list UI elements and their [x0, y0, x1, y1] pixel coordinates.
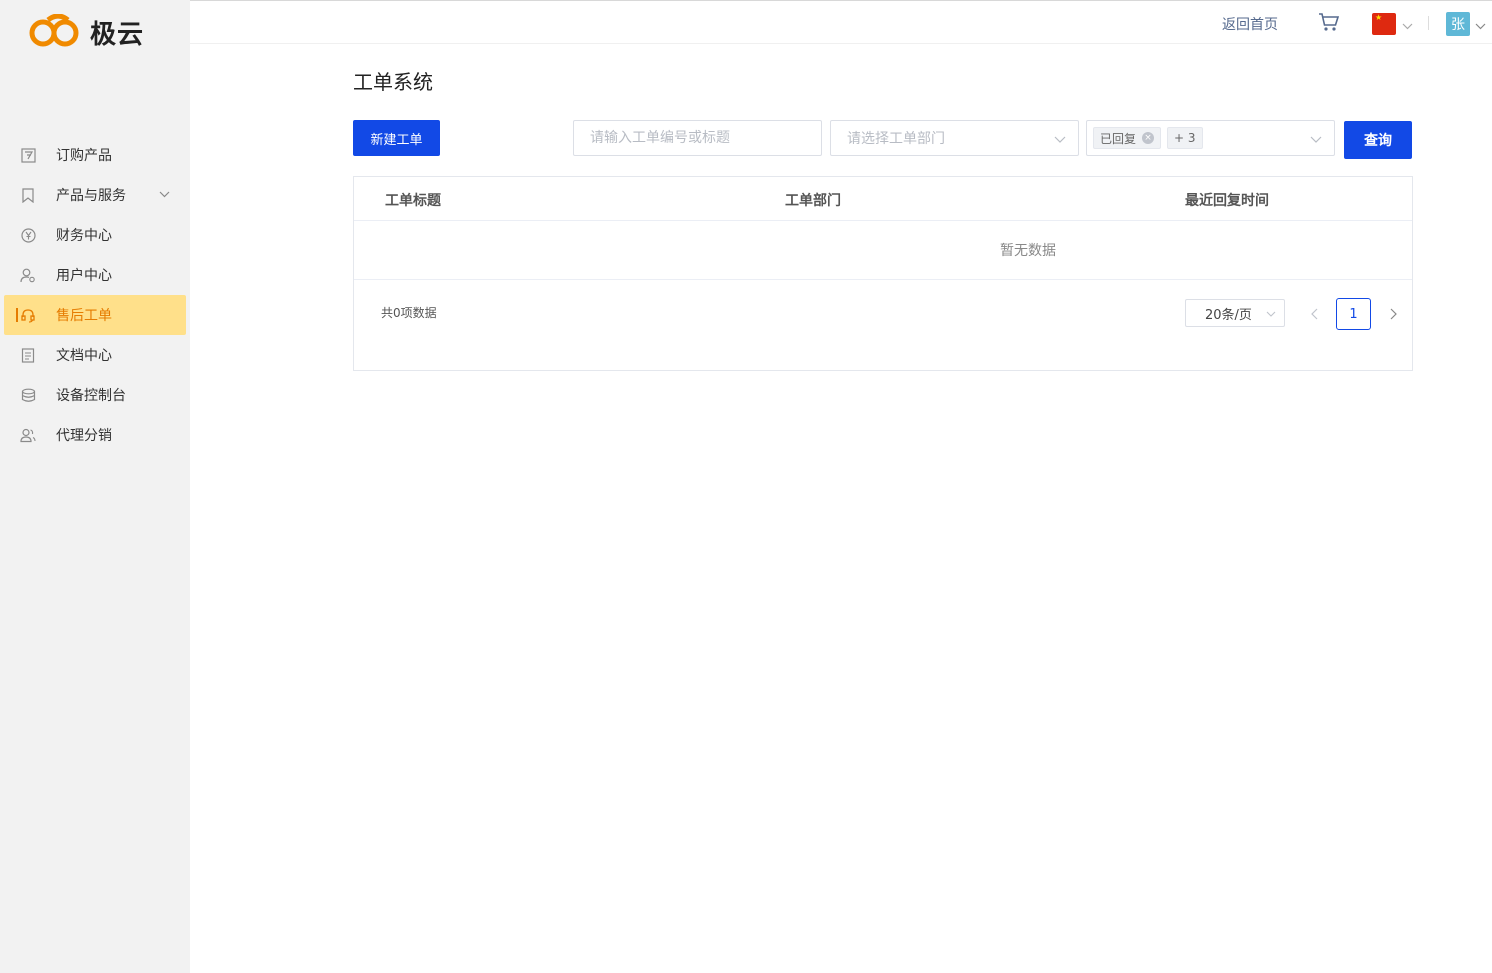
- logo-icon: [29, 14, 79, 47]
- table-header: 工单标题 工单部门 最近回复时间: [354, 177, 1412, 221]
- divider: [1428, 16, 1429, 30]
- column-header-title: 工单标题: [385, 193, 441, 209]
- total-count: 共0项数据: [381, 306, 437, 320]
- page-size-label: 20条/页: [1205, 307, 1252, 323]
- status-tag: 已回复 ×: [1093, 127, 1162, 149]
- top-header: 返回首页 ★ 张: [190, 0, 1492, 44]
- next-page-icon[interactable]: [1388, 305, 1398, 324]
- sidebar-item-device-console[interactable]: 设备控制台: [0, 375, 190, 415]
- brand-logo[interactable]: 极云: [28, 12, 144, 52]
- close-icon[interactable]: ×: [1142, 132, 1155, 144]
- document-icon: [20, 347, 36, 363]
- search-field: [573, 120, 822, 156]
- sidebar-item-order-products[interactable]: 订购产品: [0, 135, 190, 175]
- page-size-select[interactable]: 20条/页: [1185, 299, 1285, 327]
- sidebar-item-user-center[interactable]: 用户中心: [0, 255, 190, 295]
- status-tag-label: 已回复: [1100, 131, 1137, 146]
- page-number-button[interactable]: 1: [1336, 298, 1371, 330]
- sidebar-nav: 订购产品 产品与服务 财务中心 用户中心 售后工单 文档中心 设备控制台 代理分…: [0, 135, 190, 455]
- column-header-department: 工单部门: [785, 193, 841, 209]
- chevron-down-icon[interactable]: [1475, 17, 1486, 36]
- new-ticket-button[interactable]: 新建工单: [353, 120, 440, 156]
- prev-page-icon[interactable]: [1310, 305, 1320, 324]
- bookmark-icon: [20, 187, 36, 203]
- status-select[interactable]: 已回复 × + 3: [1086, 120, 1335, 156]
- chevron-down-icon: [1054, 133, 1066, 149]
- cart-icon[interactable]: [1318, 12, 1340, 36]
- more-tags-badge: + 3: [1167, 127, 1203, 149]
- search-input[interactable]: [574, 121, 821, 155]
- order-icon: [20, 147, 36, 163]
- sidebar-item-label: 文档中心: [56, 348, 112, 364]
- sidebar-item-label: 用户中心: [56, 268, 112, 284]
- chevron-down-icon: [1310, 133, 1322, 149]
- china-flag-icon[interactable]: ★: [1372, 13, 1396, 35]
- yuan-icon: [20, 227, 36, 243]
- chevron-down-icon: [159, 188, 170, 204]
- page-title: 工单系统: [353, 70, 433, 94]
- home-link[interactable]: 返回首页: [1222, 14, 1278, 34]
- database-icon: [20, 387, 36, 403]
- agent-icon: [20, 427, 36, 443]
- sidebar-item-label: 设备控制台: [56, 388, 126, 404]
- query-button[interactable]: 查询: [1344, 121, 1412, 159]
- sidebar-item-label: 订购产品: [56, 148, 112, 164]
- chevron-down-icon: [1266, 308, 1276, 323]
- empty-state: 暂无数据: [354, 221, 1412, 280]
- sidebar-item-agent-distribution[interactable]: 代理分销: [0, 415, 190, 455]
- headset-icon: [20, 307, 36, 323]
- sidebar-item-products-services[interactable]: 产品与服务: [0, 175, 190, 215]
- sidebar: 极云 订购产品 产品与服务 财务中心 用户中心 售后工单 文档中心 设备控制台 …: [0, 0, 190, 973]
- avatar[interactable]: 张: [1446, 12, 1470, 36]
- brand-name: 极云: [90, 19, 145, 50]
- chevron-down-icon[interactable]: [1402, 17, 1413, 36]
- ticket-table: 工单标题 工单部门 最近回复时间 暂无数据 共0项数据 20条/页 1: [353, 176, 1413, 371]
- star-icon: ★: [1375, 13, 1383, 22]
- sidebar-item-label: 售后工单: [56, 308, 112, 324]
- sidebar-item-finance[interactable]: 财务中心: [0, 215, 190, 255]
- sidebar-item-label: 产品与服务: [56, 188, 126, 204]
- sidebar-item-label: 代理分销: [56, 428, 112, 444]
- sidebar-item-documents[interactable]: 文档中心: [0, 335, 190, 375]
- department-placeholder: 请选择工单部门: [847, 131, 945, 147]
- column-header-last-reply: 最近回复时间: [1185, 193, 1269, 209]
- department-select[interactable]: 请选择工单部门: [830, 120, 1079, 156]
- sidebar-item-label: 财务中心: [56, 228, 112, 244]
- user-settings-icon: [20, 267, 36, 283]
- sidebar-item-after-sales-ticket[interactable]: 售后工单: [4, 295, 186, 335]
